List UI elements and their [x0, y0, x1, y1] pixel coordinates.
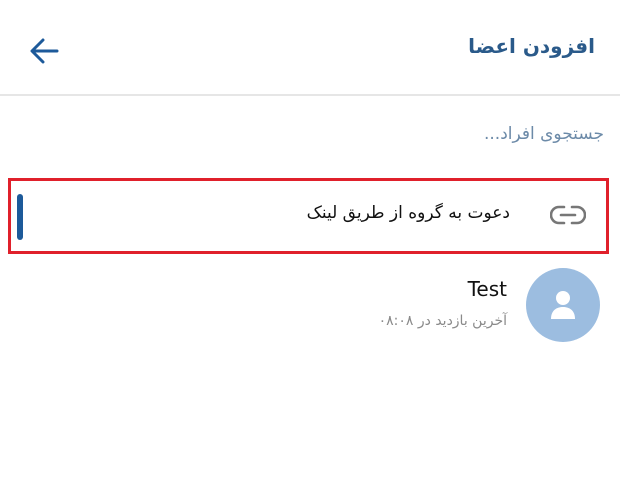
- avatar: [526, 268, 600, 342]
- back-button[interactable]: [26, 33, 62, 69]
- link-icon: [550, 205, 586, 225]
- person-icon: [551, 291, 575, 319]
- page-title: افزودن اعضا: [468, 34, 595, 58]
- search-input[interactable]: [304, 120, 604, 148]
- last-seen-status: آخرین بازدید در ۰۸:۰۸: [378, 313, 507, 329]
- selection-indicator: [17, 194, 23, 240]
- contact-name: Test: [467, 277, 507, 301]
- arrow-left-icon: [30, 38, 59, 64]
- app-bar: افزودن اعضا: [0, 0, 620, 96]
- add-members-screen: افزودن اعضا دعوت به گروه از طریق لینک Te…: [0, 0, 620, 482]
- invite-via-link-row[interactable]: دعوت به گروه از طریق لینک: [8, 178, 609, 254]
- contact-list-item[interactable]: Test آخرین بازدید در ۰۸:۰۸: [0, 265, 620, 345]
- invite-via-link-label: دعوت به گروه از طریق لینک: [306, 203, 510, 223]
